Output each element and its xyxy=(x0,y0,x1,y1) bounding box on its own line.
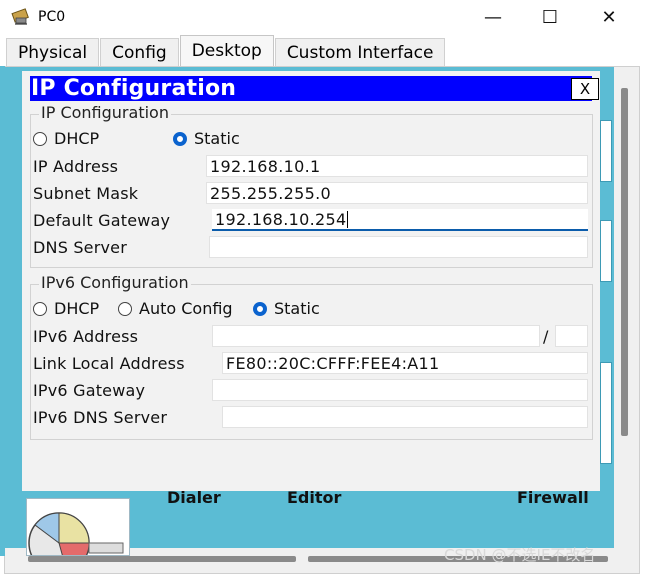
ip-configuration-titlebar: IP Configuration X xyxy=(30,76,599,101)
prefix-separator: / xyxy=(543,327,549,346)
ipv6-dhcp-option[interactable]: DHCP xyxy=(33,299,99,318)
ipv4-static-label: Static xyxy=(194,129,240,148)
ipv6-address-field[interactable] xyxy=(212,325,540,347)
ipv6-gateway-label: IPv6 Gateway xyxy=(33,381,146,400)
subnet-mask-label: Subnet Mask xyxy=(33,184,139,203)
tab-config[interactable]: Config xyxy=(100,38,179,66)
desktop-tile[interactable] xyxy=(600,120,612,182)
default-gateway-field[interactable]: 192.168.10.254 xyxy=(212,209,588,231)
link-local-address-field[interactable]: FE80::20C:CFFF:FEE4:A11 xyxy=(222,352,588,374)
link-local-address-label: Link Local Address xyxy=(33,354,185,373)
vertical-scrollbar[interactable] xyxy=(621,88,628,436)
ipv4-group-legend: IP Configuration xyxy=(39,103,171,122)
ipv6-group-legend: IPv6 Configuration xyxy=(39,273,191,292)
ipv6-gateway-field[interactable] xyxy=(212,379,588,401)
ipv6-static-option[interactable]: Static xyxy=(253,299,320,318)
ip-address-field[interactable]: 192.168.10.1 xyxy=(206,155,588,177)
ipv6-auto-config-option[interactable]: Auto Config xyxy=(118,299,233,318)
ip-address-label: IP Address xyxy=(33,157,119,176)
desktop-side-tiles xyxy=(600,100,612,480)
ipv6-auto-config-label: Auto Config xyxy=(139,299,233,318)
ipv6-dns-server-field[interactable] xyxy=(222,406,588,428)
packet-tracer-pc-icon xyxy=(11,8,31,26)
ipv6-dhcp-label: DHCP xyxy=(54,299,100,318)
window-titlebar: PC0 — ☐ ✕ xyxy=(0,0,645,34)
default-gateway-value: 192.168.10.254 xyxy=(215,210,347,229)
ipv4-static-option[interactable]: Static xyxy=(173,129,240,148)
ipv4-dhcp-radio[interactable] xyxy=(33,131,47,146)
ipv6-static-radio[interactable] xyxy=(253,301,267,316)
ipv6-dns-server-label: IPv6 DNS Server xyxy=(33,408,168,427)
tab-custom-interface[interactable]: Custom Interface xyxy=(274,38,446,66)
ipv4-dhcp-label: DHCP xyxy=(54,129,100,148)
horizontal-scrollbar[interactable] xyxy=(28,556,296,562)
csdn-watermark: CSDN @不选IE不改名 xyxy=(444,546,596,564)
desktop-app-icon[interactable] xyxy=(26,498,130,556)
desktop-tile[interactable] xyxy=(600,220,612,282)
dns-server-label: DNS Server xyxy=(33,238,127,257)
ipv4-static-radio[interactable] xyxy=(173,131,187,146)
ipv6-auto-config-radio[interactable] xyxy=(118,301,132,316)
dns-server-field[interactable] xyxy=(209,236,588,258)
window-title: PC0 xyxy=(38,9,66,25)
subnet-mask-field[interactable]: 255.255.255.0 xyxy=(206,182,588,204)
minimize-button[interactable]: — xyxy=(469,0,517,34)
tab-desktop[interactable]: Desktop xyxy=(179,35,274,66)
text-caret xyxy=(347,211,349,228)
ipv4-dhcp-option[interactable]: DHCP xyxy=(33,129,99,148)
default-gateway-label: Default Gateway xyxy=(33,211,171,230)
tab-physical[interactable]: Physical xyxy=(6,38,100,66)
maximize-button[interactable]: ☐ xyxy=(526,0,574,34)
ipv6-address-label: IPv6 Address xyxy=(33,327,139,346)
ip-configuration-title: IP Configuration xyxy=(31,76,237,101)
ipv6-prefix-length-field[interactable] xyxy=(555,325,588,347)
close-window-button[interactable]: ✕ xyxy=(585,0,633,34)
desktop-tile[interactable] xyxy=(600,362,612,464)
tab-bar: Physical Config Desktop Custom Interface xyxy=(6,35,446,66)
close-dialog-button[interactable]: X xyxy=(571,78,599,100)
ipv6-dhcp-radio[interactable] xyxy=(33,301,47,316)
ip-configuration-panel: IP Configuration X IP Configuration DHCP… xyxy=(22,71,600,491)
ipv6-static-label: Static xyxy=(274,299,320,318)
